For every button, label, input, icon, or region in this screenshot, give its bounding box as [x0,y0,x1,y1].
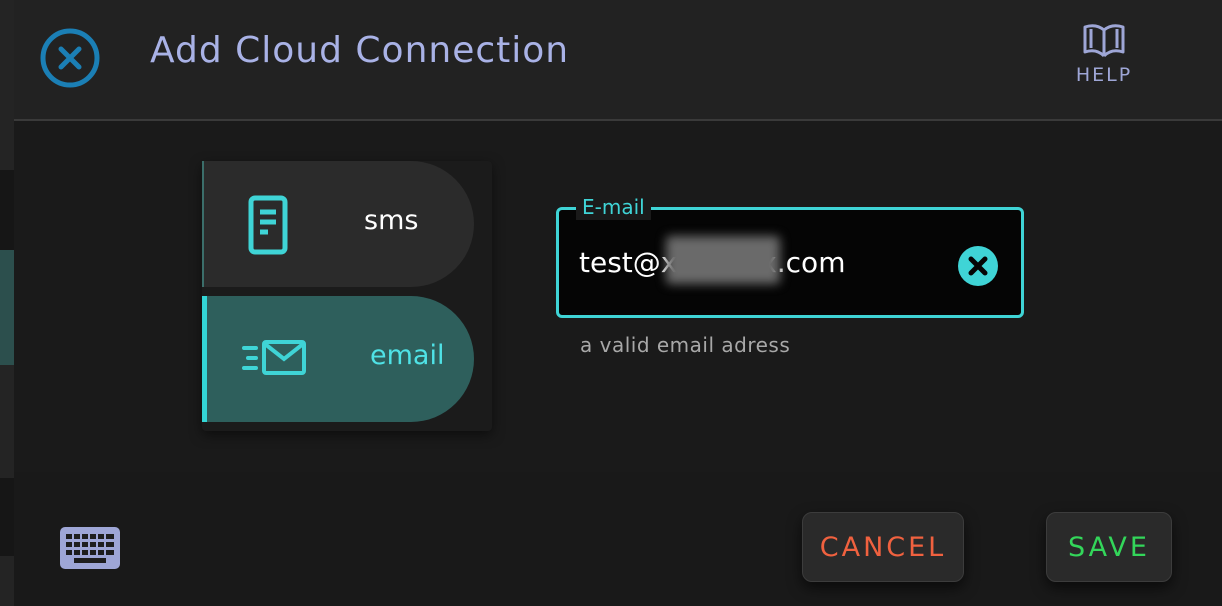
email-field: E-mail [556,194,1024,318]
help-button[interactable]: HELP [1064,22,1144,98]
cancel-button[interactable]: CANCEL [802,512,964,582]
menu-item-sms[interactable]: sms [202,161,474,287]
email-fast-icon [242,338,308,382]
background-app-footer [0,478,14,556]
help-label: HELP [1075,64,1133,86]
keyboard-icon[interactable] [59,526,121,574]
redacted-blur [666,236,780,284]
dialog-title: Add Cloud Connection [150,30,570,71]
connection-type-menu: sms email [202,161,492,431]
dialog-footer: CANCEL SAVE [14,472,1222,606]
email-field-label: E-mail [576,194,651,220]
dialog-body: sms email E-mail test@xxxxxxx.com a vali… [14,121,1222,472]
background-app-selected-row [0,250,14,365]
phone-document-icon [248,195,288,259]
dialog-header: Add Cloud Connection HELP [14,0,1222,121]
close-icon[interactable] [40,28,100,88]
clear-icon[interactable] [956,244,1000,288]
email-hint: a valid email adress [580,333,791,357]
menu-item-label: sms [364,205,419,236]
book-icon [1083,24,1125,58]
menu-item-label: email [370,340,445,371]
background-app-panel [0,170,14,250]
menu-item-email[interactable]: email [202,296,474,422]
add-cloud-connection-dialog: Add Cloud Connection HELP sms email E-ma… [14,0,1222,606]
save-button[interactable]: SAVE [1046,512,1172,582]
